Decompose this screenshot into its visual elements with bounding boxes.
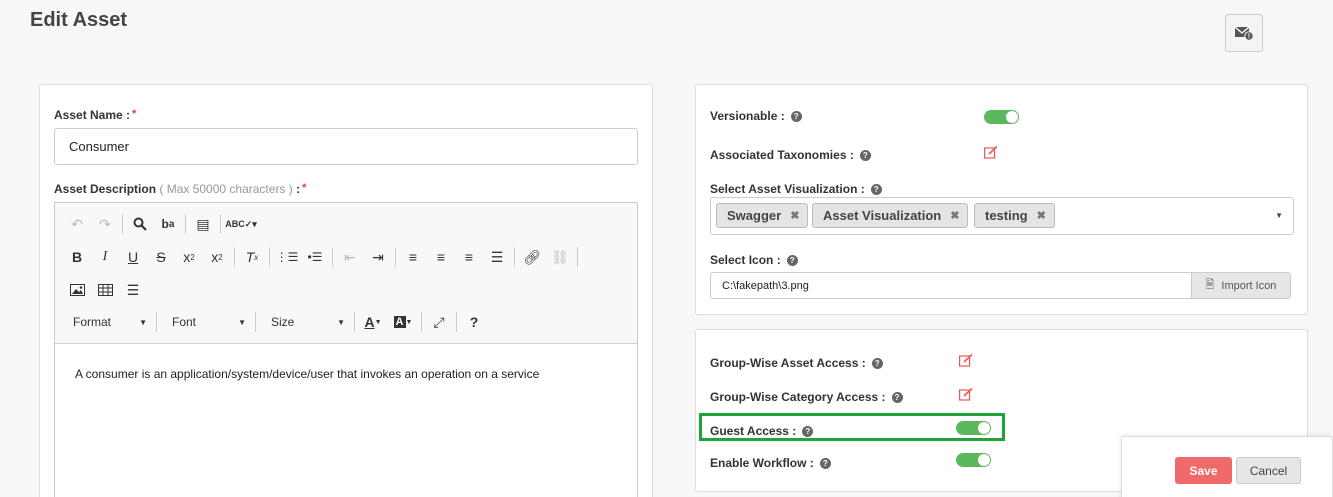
icon-path-input[interactable]: C:\fakepath\3.png — [710, 272, 1192, 299]
italic-icon[interactable]: I — [91, 245, 119, 269]
numbered-list-icon[interactable]: ⋮☰ — [273, 245, 301, 269]
link-icon[interactable]: 🔗︎ — [518, 245, 546, 269]
format-select[interactable]: Format ▼ — [61, 310, 153, 334]
replace-icon[interactable]: ba — [154, 212, 182, 236]
select-all-icon[interactable]: ▤ — [189, 212, 217, 236]
underline-icon[interactable]: U — [119, 245, 147, 269]
enable-workflow-label: Enable Workflow :? — [710, 456, 831, 470]
chevron-down-icon[interactable]: ▼ — [1275, 211, 1283, 220]
maximize-icon[interactable]: ⤢ — [425, 310, 453, 334]
question-icon: ? — [786, 255, 798, 267]
question-icon: ? — [819, 458, 831, 470]
asset-name-input[interactable]: Consumer — [54, 128, 638, 165]
align-right-icon[interactable]: ≡ — [455, 245, 483, 269]
text-color-icon[interactable]: A ▼ — [358, 310, 388, 334]
cancel-button[interactable]: Cancel — [1236, 457, 1301, 484]
tag-testing: testing ✖ — [974, 203, 1055, 228]
save-button[interactable]: Save — [1175, 457, 1232, 484]
remove-tag-icon[interactable]: ✖ — [1037, 209, 1046, 222]
tag-swagger: Swagger ✖ — [716, 203, 809, 228]
edit-taxonomies-icon[interactable] — [984, 145, 998, 160]
remove-format-icon[interactable]: Tx — [238, 245, 266, 269]
bulleted-list-icon[interactable]: •☰ — [301, 245, 329, 269]
rich-text-editor[interactable]: ↶ ↷ ba ▤ ABC✓▾ B I U S x2 x2 Tx ⋮☰ •☰ ⇤ … — [54, 202, 638, 497]
indent-icon[interactable]: ⇥ — [364, 245, 392, 269]
enable-workflow-toggle[interactable] — [956, 453, 991, 467]
actions-panel: Save Cancel — [1121, 436, 1333, 497]
mail-alert-icon — [1234, 26, 1254, 41]
question-icon: ? — [891, 392, 903, 404]
spellcheck-icon[interactable]: ABC✓▾ — [224, 212, 258, 236]
asset-description-label: Asset Description ( Max 50000 characters… — [54, 182, 307, 196]
find-icon[interactable] — [126, 212, 154, 236]
size-select[interactable]: Size ▼ — [259, 310, 351, 334]
associated-taxonomies-label: Associated Taxonomies :? — [710, 148, 871, 162]
align-left-icon[interactable]: ≡ — [399, 245, 427, 269]
import-icon-button[interactable]: 🗎 Import Icon — [1192, 272, 1291, 299]
justify-icon[interactable]: ☰ — [483, 245, 511, 269]
versionable-toggle[interactable] — [984, 110, 1019, 124]
font-select[interactable]: Font ▼ — [160, 310, 252, 334]
asset-visualization-select[interactable]: Swagger ✖ Asset Visualization ✖ testing ✖ ▼ — [710, 197, 1294, 235]
group-asset-access-label: Group-Wise Asset Access :? — [710, 356, 883, 370]
edit-group-category-access-icon[interactable] — [959, 387, 973, 402]
question-icon: ? — [859, 150, 871, 162]
question-icon: ? — [790, 111, 802, 123]
superscript-icon[interactable]: x2 — [203, 245, 231, 269]
remove-tag-icon[interactable]: ✖ — [790, 209, 799, 222]
file-icon: 🗎 — [1205, 279, 1215, 291]
background-color-icon[interactable]: A ▼ — [388, 310, 418, 334]
unlink-icon[interactable]: ⛓ — [546, 245, 574, 269]
question-icon: ? — [871, 358, 883, 370]
align-center-icon[interactable]: ≡ — [427, 245, 455, 269]
editor-toolbar: ↶ ↷ ba ▤ ABC✓▾ B I U S x2 x2 Tx ⋮☰ •☰ ⇤ … — [55, 203, 637, 344]
select-icon-label: Select Icon :? — [710, 253, 798, 267]
horizontal-line-icon[interactable]: ☰ — [119, 278, 147, 302]
redo-icon[interactable]: ↷ — [91, 212, 119, 236]
undo-icon[interactable]: ↶ — [63, 212, 91, 236]
page-title: Edit Asset — [30, 9, 128, 31]
asset-visualization-label: Select Asset Visualization :? — [710, 182, 882, 196]
table-icon[interactable] — [91, 278, 119, 302]
versionable-label: Versionable :? — [710, 109, 802, 123]
tag-asset-visualization: Asset Visualization ✖ — [812, 203, 969, 228]
question-icon: ? — [870, 184, 882, 196]
bold-icon[interactable]: B — [63, 245, 91, 269]
editor-content[interactable]: A consumer is an application/system/devi… — [75, 367, 539, 381]
notification-button[interactable] — [1225, 14, 1263, 52]
remove-tag-icon[interactable]: ✖ — [950, 209, 959, 222]
asset-details-card: Asset Name : * Consumer Asset Description… — [39, 84, 653, 497]
group-category-access-label: Group-Wise Category Access :? — [710, 390, 903, 404]
asset-settings-card: Versionable :? Associated Taxonomies :? … — [695, 84, 1308, 315]
asset-name-label: Asset Name : * — [54, 108, 137, 122]
subscript-icon[interactable]: x2 — [175, 245, 203, 269]
image-icon[interactable] — [63, 278, 91, 302]
edit-group-asset-access-icon[interactable] — [959, 353, 973, 368]
outdent-icon[interactable]: ⇤ — [336, 245, 364, 269]
help-icon[interactable]: ? — [460, 310, 488, 334]
guest-access-highlight — [699, 413, 1005, 441]
strikethrough-icon[interactable]: S — [147, 245, 175, 269]
